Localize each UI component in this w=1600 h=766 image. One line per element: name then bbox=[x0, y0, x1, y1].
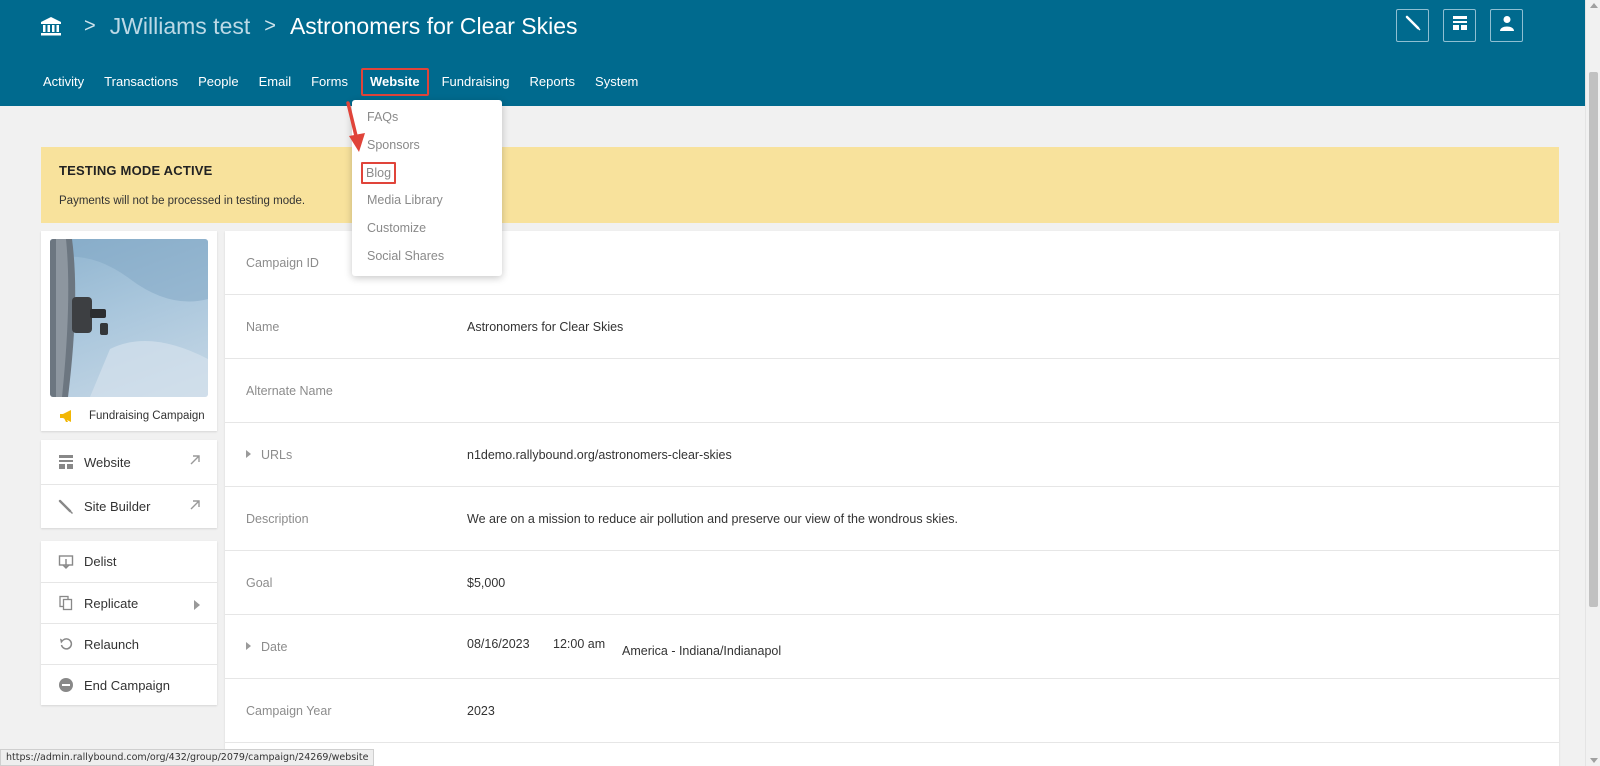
nav-activity[interactable]: Activity bbox=[33, 68, 94, 96]
campaign-details: Campaign ID 9 Name Astronomers for Clear… bbox=[225, 231, 1559, 766]
row-alternate-name: Alternate Name bbox=[225, 359, 1559, 423]
row-urls[interactable]: URLs n1demo.rallybound.org/astronomers-c… bbox=[225, 423, 1559, 487]
monitor-down-icon bbox=[58, 554, 74, 570]
main-nav: Activity Transactions People Email Forms… bbox=[33, 68, 648, 96]
caret-right-icon bbox=[193, 598, 201, 613]
header-actions bbox=[1396, 9, 1523, 42]
campaign-type: Fundraising Campaign bbox=[59, 409, 205, 423]
campaign-actions-card: Delist Replicate Relaunch End Campaign bbox=[41, 541, 217, 705]
relaunch-button[interactable]: Relaunch bbox=[41, 623, 217, 664]
field-value[interactable]: n1demo.rallybound.org/astronomers-clear-… bbox=[467, 448, 732, 462]
page-scrollbar[interactable] bbox=[1585, 0, 1600, 766]
campaign-image bbox=[50, 239, 208, 397]
row-goal: Goal $5,000 bbox=[225, 551, 1559, 615]
layout-icon bbox=[1451, 14, 1469, 37]
field-label: Campaign ID bbox=[246, 256, 319, 270]
menu-item-sponsors[interactable]: Sponsors bbox=[367, 138, 420, 152]
user-button[interactable] bbox=[1490, 9, 1523, 42]
caret-right-icon bbox=[246, 450, 251, 458]
nav-email[interactable]: Email bbox=[249, 68, 302, 96]
layout-icon bbox=[58, 454, 74, 470]
annotation-arrow-icon bbox=[346, 101, 365, 152]
site-builder-button[interactable] bbox=[1396, 9, 1429, 42]
sidebar-item-label: Site Builder bbox=[84, 499, 151, 514]
brush-icon bbox=[1404, 14, 1422, 37]
time-value[interactable]: 12:00 am bbox=[553, 637, 605, 651]
campaign-type-label: Fundraising Campaign bbox=[89, 410, 205, 422]
field-value[interactable]: We are on a mission to reduce air pollut… bbox=[467, 512, 958, 526]
menu-item-media-library[interactable]: Media Library bbox=[367, 193, 443, 207]
action-label: Relaunch bbox=[84, 636, 139, 652]
field-value[interactable]: 2023 bbox=[467, 704, 495, 718]
timezone-value[interactable]: America - Indiana/Indianapol bbox=[622, 644, 781, 658]
field-label: Description bbox=[246, 512, 309, 526]
menu-item-social-shares[interactable]: Social Shares bbox=[367, 249, 444, 263]
date-value[interactable]: 08/16/2023 bbox=[467, 637, 530, 651]
megaphone-icon bbox=[59, 409, 75, 423]
sidebar-item-label: Website bbox=[84, 454, 131, 470]
field-label[interactable]: URLs bbox=[246, 448, 292, 462]
action-label: End Campaign bbox=[84, 677, 170, 693]
row-description: Description We are on a mission to reduc… bbox=[225, 487, 1559, 551]
campaign-photo-card: Fundraising Campaign bbox=[41, 231, 217, 431]
sidebar-item-site-builder[interactable]: Site Builder bbox=[41, 484, 217, 528]
field-label: Alternate Name bbox=[246, 384, 333, 398]
refresh-icon bbox=[58, 636, 74, 652]
nav-transactions[interactable]: Transactions bbox=[94, 68, 188, 96]
user-icon bbox=[1498, 14, 1516, 37]
layout-button[interactable] bbox=[1443, 9, 1476, 42]
nav-forms[interactable]: Forms bbox=[301, 68, 358, 96]
top-header: > JWilliams test > Astronomers for Clear… bbox=[0, 0, 1585, 106]
sidebar-item-website[interactable]: Website bbox=[41, 440, 217, 484]
status-bar-url: https://admin.rallybound.com/org/432/gro… bbox=[0, 749, 375, 766]
nav-reports[interactable]: Reports bbox=[520, 68, 586, 96]
breadcrumb-separator: > bbox=[264, 14, 276, 37]
breadcrumb-separator: > bbox=[84, 14, 96, 37]
brush-icon bbox=[58, 499, 74, 515]
row-campaign-year: Campaign Year 2023 bbox=[225, 679, 1559, 743]
scroll-down-icon[interactable] bbox=[1590, 758, 1598, 763]
minus-circle-icon bbox=[58, 677, 74, 693]
field-label-text: URLs bbox=[261, 448, 293, 462]
field-label[interactable]: Date bbox=[246, 640, 287, 654]
field-label: Name bbox=[246, 320, 280, 334]
page-title: Astronomers for Clear Skies bbox=[289, 12, 578, 39]
nav-fundraising[interactable]: Fundraising bbox=[432, 68, 520, 96]
website-links-card: Website Site Builder bbox=[41, 440, 217, 528]
action-label: Replicate bbox=[84, 595, 139, 611]
website-dropdown-menu: FAQs Sponsors Blog Media Library Customi… bbox=[352, 100, 502, 276]
field-label: Campaign Year bbox=[246, 704, 332, 718]
nav-system[interactable]: System bbox=[585, 68, 648, 96]
copy-icon bbox=[58, 595, 74, 611]
delist-button[interactable]: Delist bbox=[41, 541, 217, 582]
action-label: Delist bbox=[84, 554, 117, 569]
banner-text: Payments will not be processed in testin… bbox=[59, 195, 306, 207]
field-label: Goal bbox=[246, 576, 273, 590]
breadcrumb: > JWilliams test > Astronomers for Clear… bbox=[40, 10, 578, 42]
nav-people[interactable]: People bbox=[188, 68, 248, 96]
replicate-button[interactable]: Replicate bbox=[41, 582, 217, 623]
caret-right-icon bbox=[246, 642, 251, 650]
field-value[interactable]: $5,000 bbox=[467, 576, 505, 590]
row-date[interactable]: Date 08/16/2023 12:00 am America - India… bbox=[225, 615, 1559, 679]
end-campaign-button[interactable]: End Campaign bbox=[41, 664, 217, 705]
external-link-icon bbox=[189, 499, 201, 514]
bank-icon[interactable] bbox=[40, 15, 62, 37]
banner-title: TESTING MODE ACTIVE bbox=[59, 163, 213, 178]
field-value[interactable]: Astronomers for Clear Skies bbox=[467, 320, 623, 334]
menu-item-customize[interactable]: Customize bbox=[367, 221, 426, 235]
external-link-icon bbox=[189, 454, 201, 469]
field-label-text: Date bbox=[261, 640, 288, 654]
breadcrumb-org[interactable]: JWilliams test bbox=[110, 13, 251, 40]
row-name: Name Astronomers for Clear Skies bbox=[225, 295, 1559, 359]
nav-website[interactable]: Website bbox=[360, 68, 429, 96]
scroll-up-icon[interactable] bbox=[1590, 3, 1598, 8]
scroll-thumb[interactable] bbox=[1589, 72, 1598, 607]
menu-item-blog[interactable]: Blog bbox=[361, 162, 397, 184]
testing-mode-banner: TESTING MODE ACTIVE Payments will not be… bbox=[41, 147, 1559, 223]
